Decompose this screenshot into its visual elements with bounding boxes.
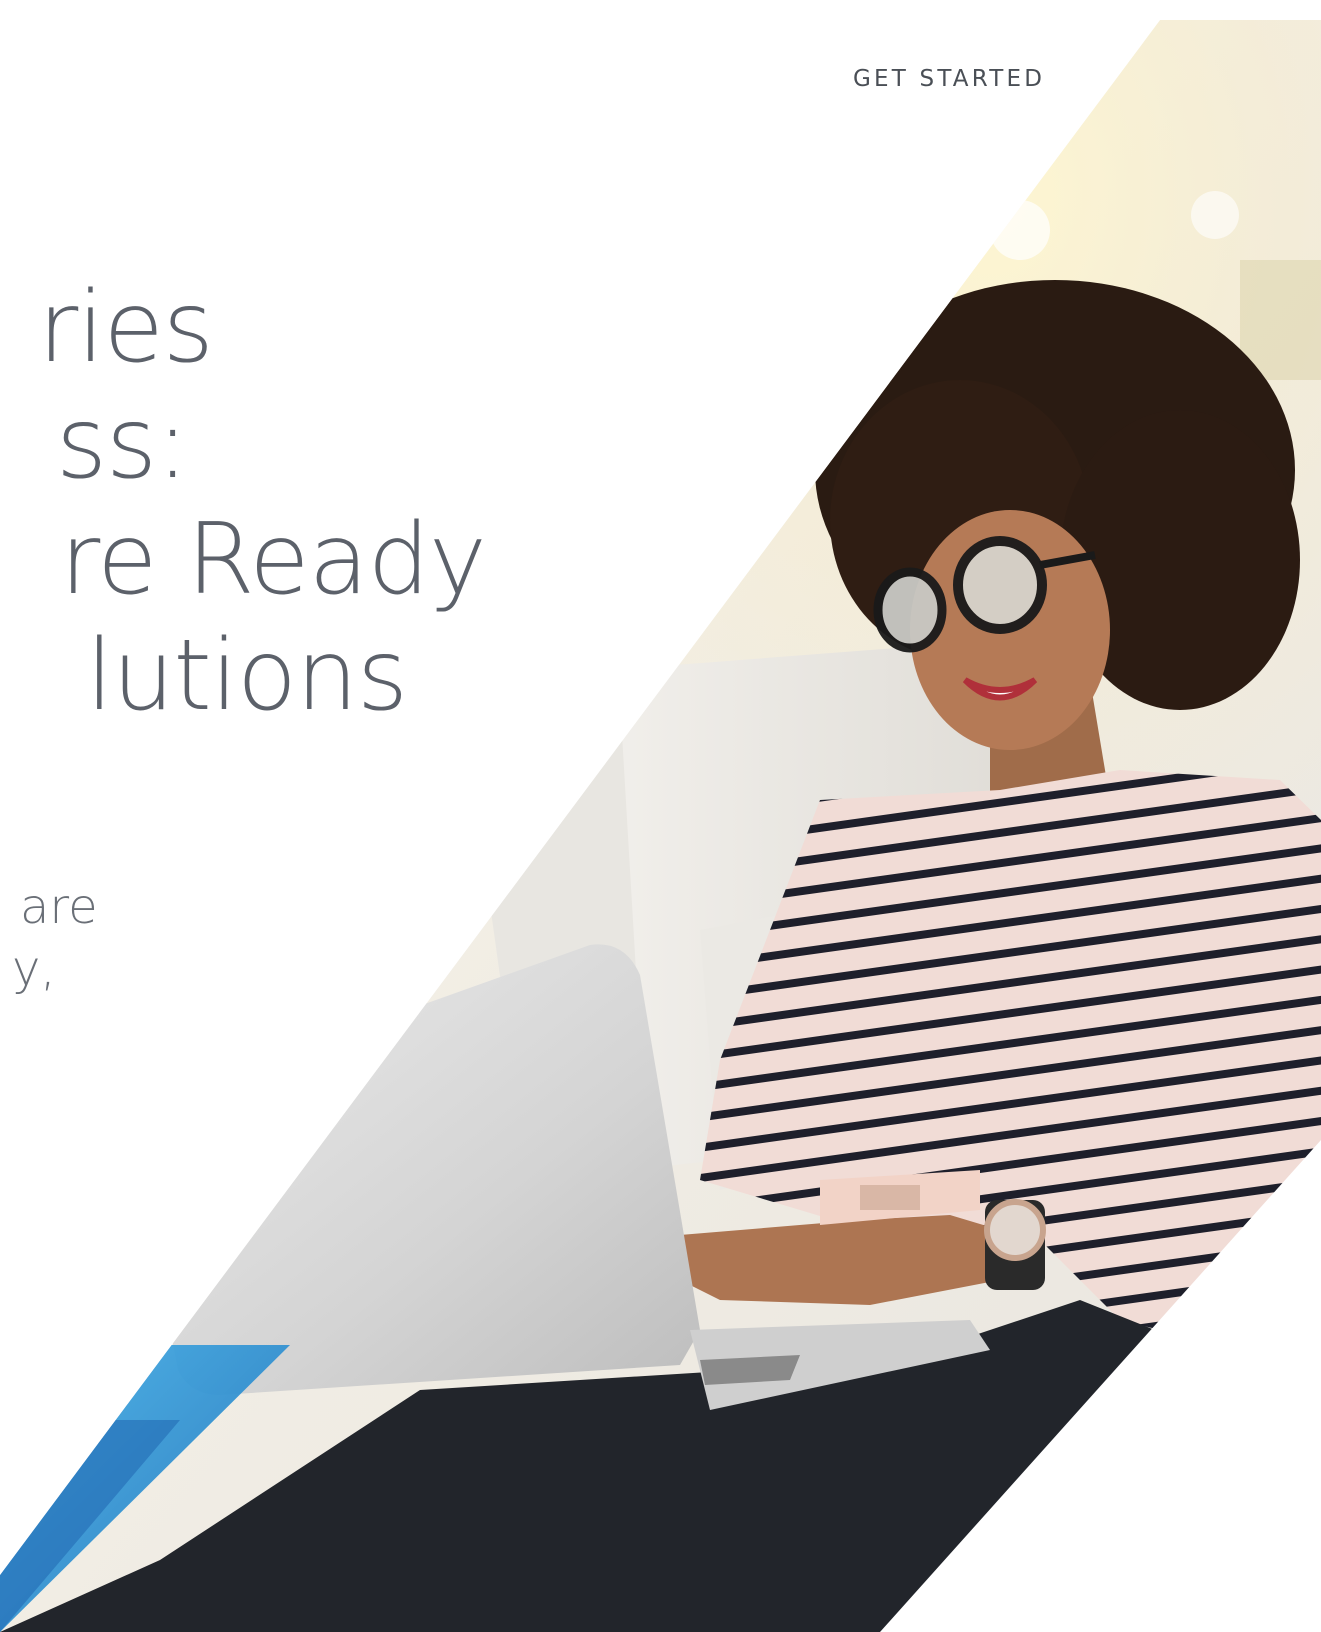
hero-photo (0, 0, 1321, 1632)
hero-title-line-4: lutions (86, 619, 408, 733)
page: GET STARTED ries ss: re Ready lutions ar… (0, 0, 1321, 1632)
hero-title-line-1: ries (38, 271, 214, 385)
hero-title-line-3: re Ready (60, 503, 487, 617)
hero-subtext: are y, (0, 876, 98, 1000)
hero-title: ries ss: re Ready lutions (0, 270, 487, 734)
hero-subtext-line-1: are (20, 879, 98, 935)
hero-title-line-2: ss: (56, 387, 189, 501)
get-started-link[interactable]: GET STARTED (853, 66, 1045, 92)
hero-subtext-line-2: y, (12, 941, 56, 997)
